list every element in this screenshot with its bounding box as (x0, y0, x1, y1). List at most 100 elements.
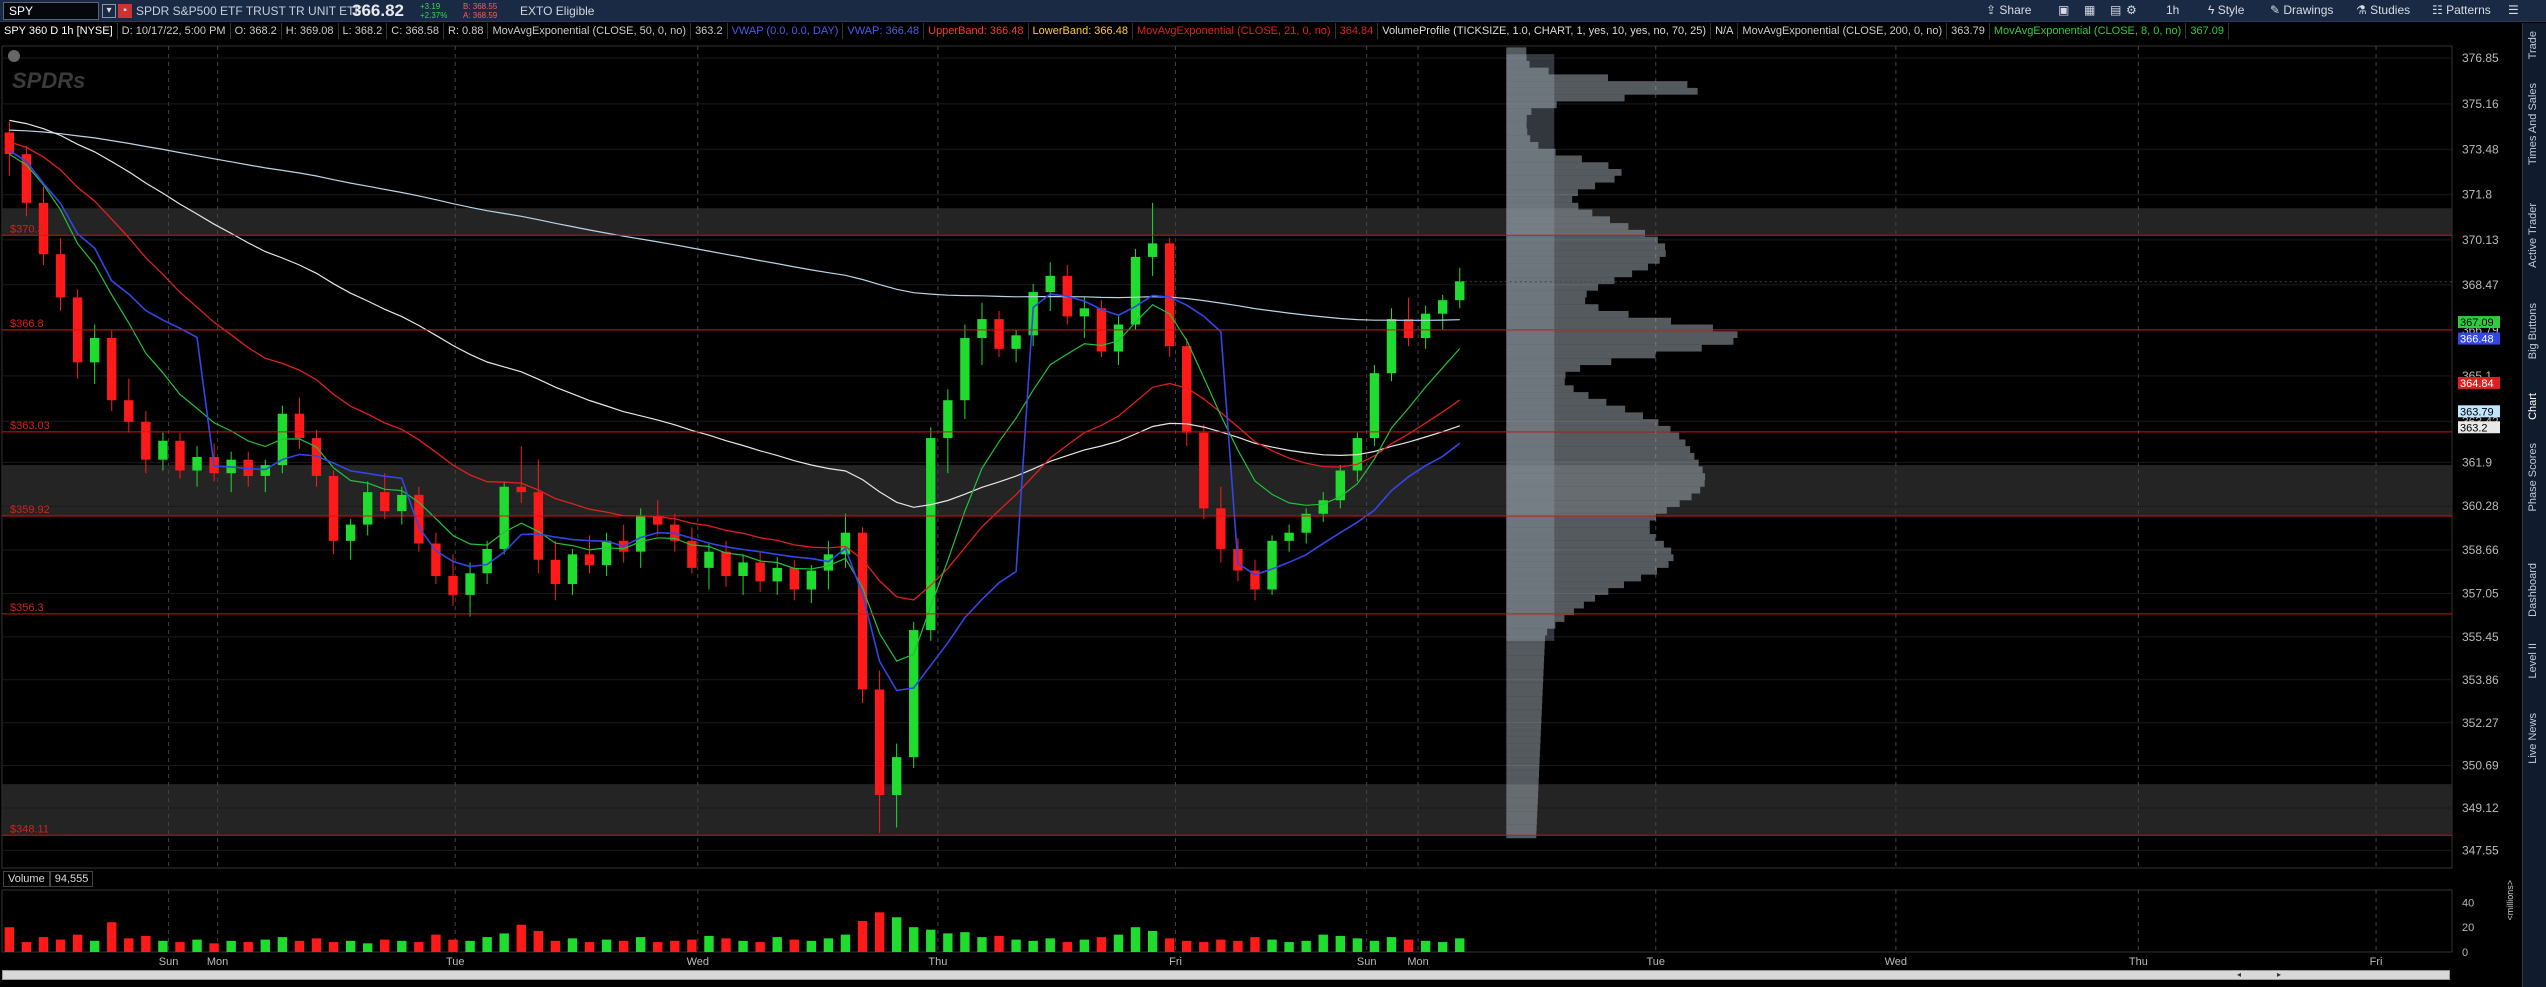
study-label[interactable]: VWAP (0.0, 0.0, DAY) (728, 23, 844, 39)
volume-profile-bar (1506, 723, 1542, 731)
volume-bar (1096, 937, 1107, 952)
volume-profile-bar (1506, 358, 1612, 366)
volume-bar (806, 940, 817, 952)
study-label[interactable]: MovAvgExponential (CLOSE, 50, 0, no) (488, 23, 692, 39)
candle-body (107, 338, 117, 401)
candle-body (636, 516, 646, 552)
study-label[interactable]: MovAvgExponential (CLOSE, 8, 0, no) (1990, 23, 2187, 39)
study-label[interactable]: UpperBand: 366.48 (924, 23, 1029, 39)
study-label[interactable]: MovAvgExponential (CLOSE, 21, 0, no) (1133, 23, 1336, 39)
candle-body (362, 492, 373, 525)
style-button[interactable]: ϟ Style (2208, 3, 2244, 17)
volume-profile-bar (1506, 635, 1545, 643)
scroll-right-button[interactable]: ▸ (2273, 971, 2285, 979)
price-level-label: $363.03 (10, 420, 50, 432)
volume-bar (755, 942, 765, 952)
volume-bar (38, 937, 49, 952)
study-label[interactable]: 363.2 (691, 23, 728, 39)
candle-body (943, 400, 953, 439)
volume-profile-bar (1506, 412, 1643, 420)
menu-button[interactable]: ☰ (2508, 3, 2519, 17)
side-tab-chart[interactable]: Chart (2527, 393, 2539, 420)
candle-body (1284, 532, 1294, 541)
price-tag-label: 367.09 (2460, 317, 2494, 329)
study-label[interactable]: O: 368.2 (231, 23, 282, 39)
side-tab-level-ii[interactable]: Level II (2527, 643, 2539, 678)
side-tab-active-trader[interactable]: Active Trader (2527, 203, 2539, 268)
side-tab-times-and-sales[interactable]: Times And Sales (2527, 83, 2539, 165)
layout-icon: ▦ (2084, 3, 2096, 17)
price-chart[interactable]: $370.3 $366.8 $363.03 $359.92 $356.3 $348.11 3… (0, 40, 2522, 970)
volume-bar (1182, 940, 1192, 952)
study-label[interactable]: 364.84 (1336, 23, 1379, 39)
study-label[interactable]: MovAvgExponential (CLOSE, 200, 0, no) (1738, 23, 1948, 39)
side-tab-trade[interactable]: Trade (2527, 31, 2539, 59)
volume-profile-bar (1506, 824, 1537, 832)
study-label[interactable]: LowerBand: 366.48 (1029, 23, 1133, 39)
study-label[interactable]: 363.79 (1947, 23, 1990, 39)
symbol-input[interactable] (3, 2, 99, 20)
study-label[interactable]: H: 369.08 (282, 23, 339, 39)
scroll-left-button[interactable]: ◂ (2233, 971, 2245, 979)
candle-body (704, 551, 714, 568)
x-axis-label: Tue (1646, 956, 1665, 968)
candle-body (721, 551, 731, 576)
candle-body (175, 440, 185, 471)
symbol-menu-button[interactable]: ▾ (102, 4, 116, 18)
side-tab-dashboard[interactable]: Dashboard (2527, 563, 2539, 617)
candle-body (192, 457, 202, 471)
volume-profile-bar (1506, 797, 1538, 805)
volume-profile-bar (1506, 615, 1565, 622)
time-scrollbar[interactable]: ◂ ▸ (2, 970, 2450, 980)
volume-profile-bar (1506, 196, 1573, 203)
candle-body (823, 554, 834, 571)
side-tab-live-news[interactable]: Live News (2527, 713, 2539, 764)
volume-profile-bar (1506, 662, 1544, 670)
candle-body (1216, 508, 1226, 549)
study-label[interactable]: 367.09 (2186, 23, 2229, 39)
study-label[interactable]: VolumeProfile (TICKSIZE, 1.0, CHART, 1, … (1378, 23, 1712, 39)
study-label[interactable]: R: 0.88 (444, 23, 489, 39)
drawings-button[interactable]: ✎ Drawings (2270, 3, 2333, 17)
volume-bar (636, 937, 646, 952)
save-button[interactable]: ▤ (2110, 3, 2121, 17)
study-label[interactable]: L: 368.2 (339, 23, 388, 39)
volume-profile-bar (1506, 777, 1539, 785)
candle-body (1420, 313, 1431, 339)
study-label[interactable]: N/A (1711, 23, 1739, 39)
flexible-grid-button[interactable]: ▦ (2084, 3, 2095, 17)
volume-bar (209, 943, 219, 952)
volume-bar (943, 933, 953, 952)
study-label[interactable]: SPY 360 D 1h [NYSE] (0, 23, 118, 39)
volume-tick-label: 20 (2462, 922, 2474, 934)
volume-profile-bar (1506, 398, 1607, 406)
study-label[interactable]: VWAP: 366.48 (843, 23, 925, 39)
side-tab-big-buttons[interactable]: Big Buttons (2527, 303, 2539, 359)
side-tab-phase-scores[interactable]: Phase Scores (2527, 443, 2539, 511)
studies-button[interactable]: ⚗ Studies (2356, 3, 2410, 17)
volume-bar (618, 940, 629, 952)
volume-bar (1011, 939, 1021, 952)
patterns-button[interactable]: ☷ Patterns (2432, 3, 2491, 17)
link-group-button[interactable]: ▪ (118, 4, 132, 18)
volume-bar (567, 938, 578, 952)
volume-profile-bar (1506, 283, 1599, 291)
study-label[interactable]: C: 368.58 (387, 23, 444, 39)
settings-button[interactable]: ⚙ (2126, 3, 2137, 17)
share-button[interactable]: ⇪ Share (1986, 3, 2031, 17)
volume-profile-bar (1506, 547, 1672, 555)
volume-value: 94,555 (49, 871, 94, 887)
candle-body (1164, 243, 1175, 347)
volume-profile-bar (1506, 574, 1642, 582)
candle-body (1369, 373, 1380, 439)
grid-layout-button[interactable]: ▣ (2058, 3, 2069, 17)
volume-profile-bar (1506, 811, 1538, 818)
timeframe-button[interactable]: 1h (2166, 3, 2179, 17)
volume-bar (533, 930, 544, 952)
info-icon[interactable] (8, 50, 20, 62)
volume-bar (1079, 939, 1090, 952)
volume-bar (482, 937, 492, 952)
candle-body (806, 570, 817, 590)
study-label[interactable]: D: 10/17/22, 5:00 PM (118, 23, 231, 39)
volume-profile-bar (1506, 392, 1589, 399)
